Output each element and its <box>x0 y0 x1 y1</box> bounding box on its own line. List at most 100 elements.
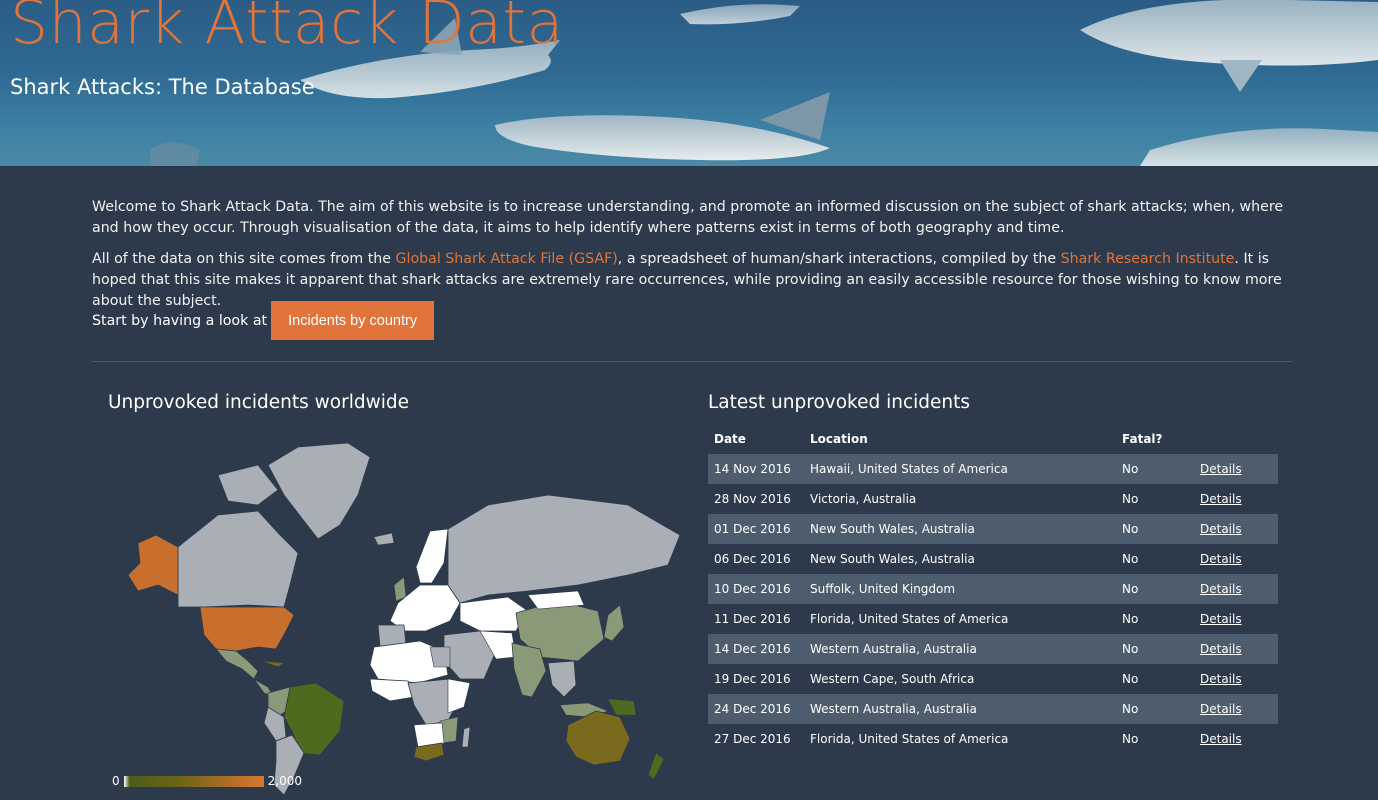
sri-link[interactable]: Shark Research Institute <box>1061 251 1235 267</box>
cell-fatal: No <box>1122 492 1139 506</box>
cell-date: 27 Dec 2016 <box>714 732 791 746</box>
map-panel-title: Unprovoked incidents worldwide <box>108 392 409 413</box>
header-banner: Shark Attack Data Shark Attacks: The Dat… <box>0 0 1378 166</box>
cell-location: New South Wales, Australia <box>810 552 975 566</box>
table-row: 27 Dec 2016 Florida, United States of Ame… <box>708 724 1278 754</box>
details-link[interactable]: Details <box>1200 672 1242 686</box>
table-row: 10 Dec 2016 Suffolk, United Kingdom No Deta… <box>708 574 1278 604</box>
table-row: 14 Nov 2016 Hawaii, United States of Amer… <box>708 454 1278 484</box>
country-australia <box>565 710 631 766</box>
cell-details: Details <box>1194 664 1278 694</box>
country-india <box>511 642 547 698</box>
legend-min: 0 <box>112 774 120 788</box>
country-alaska <box>127 534 179 596</box>
cell-date: 24 Dec 2016 <box>714 702 791 716</box>
country-new-zealand <box>647 752 665 780</box>
cell-date: 06 Dec 2016 <box>714 552 791 566</box>
cell-fatal: No <box>1122 522 1139 536</box>
country-madagascar <box>461 726 471 748</box>
table-row: 28 Nov 2016 Victoria, Australia No Details <box>708 484 1278 514</box>
column-header-date[interactable]: Date <box>708 424 804 454</box>
site-title[interactable]: Shark Attack Data <box>10 0 564 58</box>
details-link[interactable]: Details <box>1200 702 1242 716</box>
cell-location: Florida, United States of America <box>810 612 1009 626</box>
country-southeast-asia <box>547 660 577 698</box>
world-choropleth-map[interactable] <box>108 435 681 796</box>
world-map-svg[interactable] <box>108 435 681 796</box>
column-header-fatal[interactable]: Fatal? <box>1116 424 1194 454</box>
country-mexico <box>215 648 259 680</box>
cell-location: Florida, United States of America <box>810 732 1009 746</box>
cell-date: 14 Nov 2016 <box>714 462 791 476</box>
details-link[interactable]: Details <box>1200 552 1242 566</box>
country-uk <box>393 576 407 602</box>
table-body: 14 Nov 2016 Hawaii, United States of Amer… <box>708 454 1278 754</box>
cell-date: 19 Dec 2016 <box>714 672 791 686</box>
column-header-details <box>1194 424 1278 454</box>
details-link[interactable]: Details <box>1200 522 1242 536</box>
incidents-by-country-button[interactable]: Incidents by country <box>271 301 435 340</box>
country-canada-islands <box>217 464 279 506</box>
cell-location: Victoria, Australia <box>810 492 917 506</box>
country-usa <box>199 606 295 652</box>
country-papua <box>607 698 637 716</box>
cell-details: Details <box>1194 694 1278 724</box>
cta-prefix: Start by having a look at <box>92 312 268 329</box>
table-panel-title: Latest unprovoked incidents <box>708 392 971 413</box>
cell-details: Details <box>1194 454 1278 484</box>
table-row: 06 Dec 2016 New South Wales, Australia No D… <box>708 544 1278 574</box>
cell-details: Details <box>1194 484 1278 514</box>
country-west-africa <box>369 678 415 702</box>
map-legend: 0 2,000 <box>112 773 302 789</box>
details-link[interactable]: Details <box>1200 612 1242 626</box>
country-japan <box>603 604 625 642</box>
table-row: 14 Dec 2016 Western Australia, Australia N… <box>708 634 1278 664</box>
intro-paragraph-1: Welcome to Shark Attack Data. The aim of… <box>92 199 1284 236</box>
details-link[interactable]: Details <box>1200 582 1242 596</box>
cell-date: 11 Dec 2016 <box>714 612 791 626</box>
table-row: 01 Dec 2016 New South Wales, Australia No D… <box>708 514 1278 544</box>
gsaf-link[interactable]: Global Shark Attack File (GSAF) <box>396 251 618 267</box>
cell-fatal: No <box>1122 462 1139 476</box>
cell-fatal: No <box>1122 612 1139 626</box>
legend-max: 2,000 <box>267 774 302 788</box>
latest-incidents-table: Date Location Fatal? 14 Nov 2016 Hawaii, … <box>708 424 1278 754</box>
cell-fatal: No <box>1122 552 1139 566</box>
cell-date: 14 Dec 2016 <box>714 642 791 656</box>
cell-fatal: No <box>1122 702 1139 716</box>
cell-fatal: No <box>1122 732 1139 746</box>
cell-location: Suffolk, United Kingdom <box>810 582 956 596</box>
table-row: 19 Dec 2016 Western Cape, South Africa No D… <box>708 664 1278 694</box>
intro-text: , a spreadsheet of human/shark interacti… <box>617 251 1061 267</box>
table-row: 24 Dec 2016 Western Australia, Australia N… <box>708 694 1278 724</box>
cell-location: New South Wales, Australia <box>810 522 975 536</box>
cell-date: 01 Dec 2016 <box>714 522 791 536</box>
country-russia <box>447 494 681 604</box>
cell-fatal: No <box>1122 672 1139 686</box>
cell-date: 10 Dec 2016 <box>714 582 791 596</box>
cell-details: Details <box>1194 604 1278 634</box>
site-subtitle: Shark Attacks: The Database <box>10 75 315 99</box>
intro-text: All of the data on this site comes from … <box>92 251 396 267</box>
details-link[interactable]: Details <box>1200 732 1242 746</box>
country-canada <box>177 510 299 608</box>
country-iceland <box>373 532 395 546</box>
details-link[interactable]: Details <box>1200 492 1242 506</box>
cell-location: Hawaii, United States of America <box>810 462 1008 476</box>
cell-details: Details <box>1194 574 1278 604</box>
table-row: 11 Dec 2016 Florida, United States of Ame… <box>708 604 1278 634</box>
details-link[interactable]: Details <box>1200 642 1242 656</box>
column-header-location[interactable]: Location <box>804 424 1116 454</box>
cell-date: 28 Nov 2016 <box>714 492 791 506</box>
cell-details: Details <box>1194 634 1278 664</box>
cell-location: Western Cape, South Africa <box>810 672 975 686</box>
cell-details: Details <box>1194 514 1278 544</box>
cell-location: Western Australia, Australia <box>810 702 977 716</box>
cell-fatal: No <box>1122 642 1139 656</box>
table-header-row: Date Location Fatal? <box>708 424 1278 454</box>
details-link[interactable]: Details <box>1200 462 1242 476</box>
cell-location: Western Australia, Australia <box>810 642 977 656</box>
section-divider <box>92 361 1292 362</box>
legend-color-scale <box>123 775 264 787</box>
country-greenland <box>267 442 371 540</box>
